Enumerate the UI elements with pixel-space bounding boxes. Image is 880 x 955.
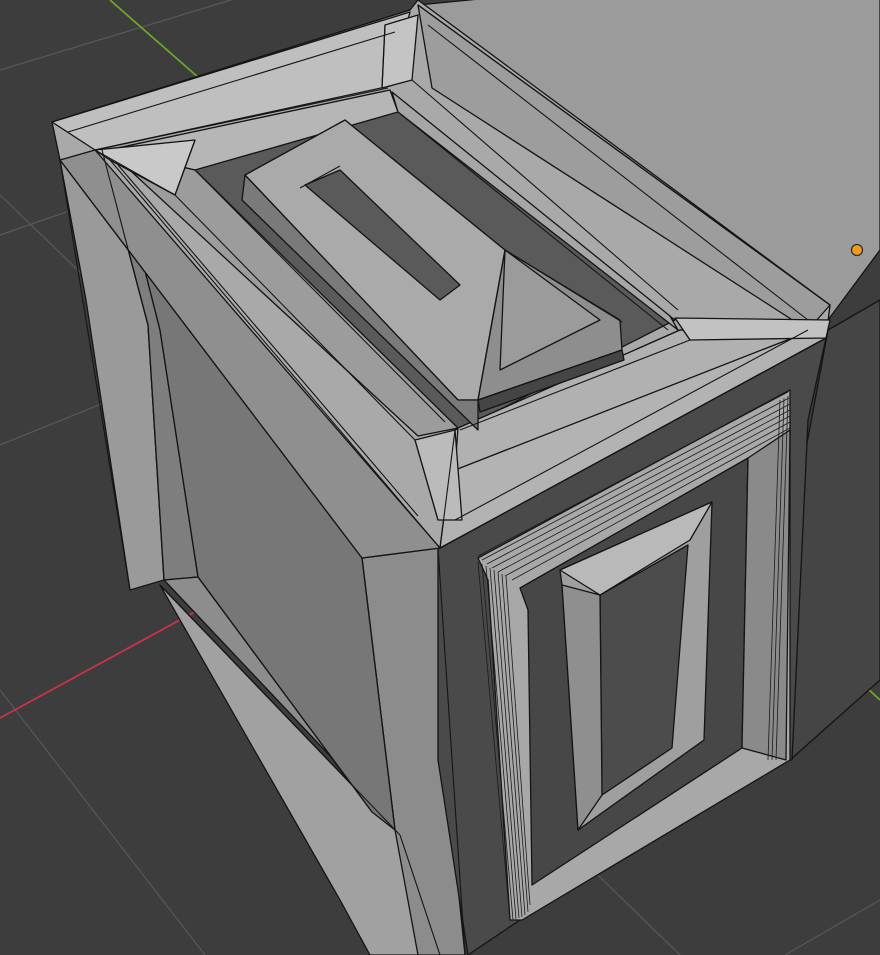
door-frame-bevel-right [741, 429, 791, 761]
object-origin-dot[interactable] [850, 243, 864, 257]
grid-line [0, 689, 206, 955]
corner-bevel-right [674, 317, 831, 341]
grid-line [784, 899, 880, 955]
3d-viewport[interactable] [0, 0, 880, 955]
viewport-canvas[interactable] [0, 0, 880, 955]
corner-bevel-back [381, 14, 419, 89]
